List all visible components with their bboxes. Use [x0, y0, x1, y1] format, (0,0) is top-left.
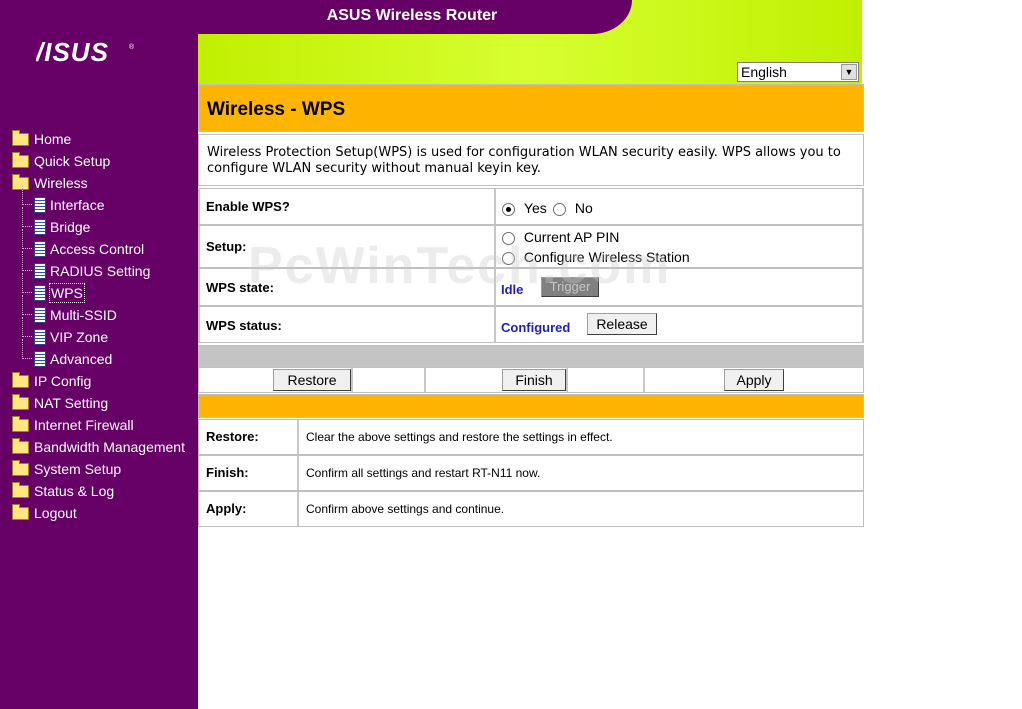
folder-icon: [12, 130, 29, 146]
folder-icon: [12, 416, 29, 432]
radio-current-ap-pin[interactable]: [502, 231, 515, 245]
wps-state-cell: Idle Trigger: [496, 269, 864, 305]
app-title: ASUS Wireless Router: [326, 7, 498, 24]
setup-configure-station[interactable]: Configure Wireless Station: [502, 249, 690, 265]
radio-yes[interactable]: [502, 202, 515, 216]
help-text: Clear the above settings and restore the…: [306, 430, 613, 444]
help-row-restore: Restore: Clear the above settings and re…: [198, 419, 864, 455]
restore-button[interactable]: Restore: [273, 369, 351, 391]
page-title-bar: Wireless - WPS: [198, 84, 864, 132]
page-description: Wireless Protection Setup(WPS) is used f…: [198, 134, 864, 186]
page-title: Wireless - WPS: [207, 99, 346, 120]
svg-text:/ISUS: /ISUS: [36, 40, 109, 64]
enable-wps-options: Yes No: [496, 189, 864, 224]
folder-icon: [12, 372, 29, 388]
folder-icon: [12, 394, 29, 410]
release-button[interactable]: Release: [587, 313, 657, 335]
folder-icon: [12, 152, 29, 168]
setup-label: Setup:: [198, 226, 496, 267]
separator-bar: [198, 345, 864, 367]
document-icon: [34, 351, 46, 367]
help-header-bar: [198, 394, 864, 418]
enable-wps-yes[interactable]: Yes: [502, 200, 547, 216]
wps-status-row: WPS status: Configured Release: [198, 306, 864, 343]
wps-state-value: Idle: [501, 282, 524, 297]
document-icon: [34, 241, 46, 257]
document-icon: [34, 307, 46, 323]
setup-row: Setup: Current AP PIN Configure Wireless…: [198, 225, 864, 268]
radio-configure-station[interactable]: [502, 251, 515, 265]
document-icon: [34, 219, 46, 235]
help-text: Confirm above settings and continue.: [306, 502, 505, 516]
enable-wps-row: Enable WPS? Yes No: [198, 188, 864, 225]
document-icon: [34, 263, 46, 279]
document-icon: [34, 329, 46, 345]
help-key: Apply:: [199, 492, 299, 526]
help-key: Restore:: [199, 420, 299, 454]
folder-icon: [12, 482, 29, 498]
wps-state-label: WPS state:: [198, 269, 496, 305]
folder-icon: [12, 438, 29, 454]
apply-button[interactable]: Apply: [724, 369, 784, 391]
help-row-apply: Apply: Confirm above settings and contin…: [198, 491, 864, 527]
folder-icon: [12, 504, 29, 520]
enable-wps-no[interactable]: No: [553, 200, 593, 216]
setup-current-ap-pin[interactable]: Current AP PIN: [502, 229, 619, 245]
folder-icon: [12, 460, 29, 476]
chevron-down-icon[interactable]: ▼: [841, 64, 857, 80]
sidebar: /ISUS ® Home Quick Setup Wireless Interf…: [0, 0, 198, 709]
svg-text:®: ®: [129, 43, 135, 51]
action-buttons-row: Restore Finish Apply: [198, 367, 864, 393]
setup-options: Current AP PIN Configure Wireless Statio…: [496, 226, 864, 267]
document-icon: [34, 285, 46, 301]
radio-no[interactable]: [553, 202, 566, 216]
language-value: English: [741, 64, 787, 80]
enable-wps-label: Enable WPS?: [198, 189, 496, 224]
wps-status-label: WPS status:: [198, 307, 496, 342]
language-select[interactable]: English ▼: [737, 62, 859, 82]
finish-button[interactable]: Finish: [502, 369, 566, 391]
wps-status-cell: Configured Release: [496, 307, 864, 342]
document-icon: [34, 197, 46, 213]
wps-status-value: Configured: [501, 320, 571, 335]
help-row-finish: Finish: Confirm all settings and restart…: [198, 455, 864, 491]
help-text: Confirm all settings and restart RT-N11 …: [306, 466, 541, 480]
help-key: Finish:: [199, 456, 299, 490]
wps-state-row: WPS state: Idle Trigger: [198, 268, 864, 306]
asus-logo: /ISUS ®: [36, 40, 135, 64]
trigger-button[interactable]: Trigger: [541, 277, 599, 297]
